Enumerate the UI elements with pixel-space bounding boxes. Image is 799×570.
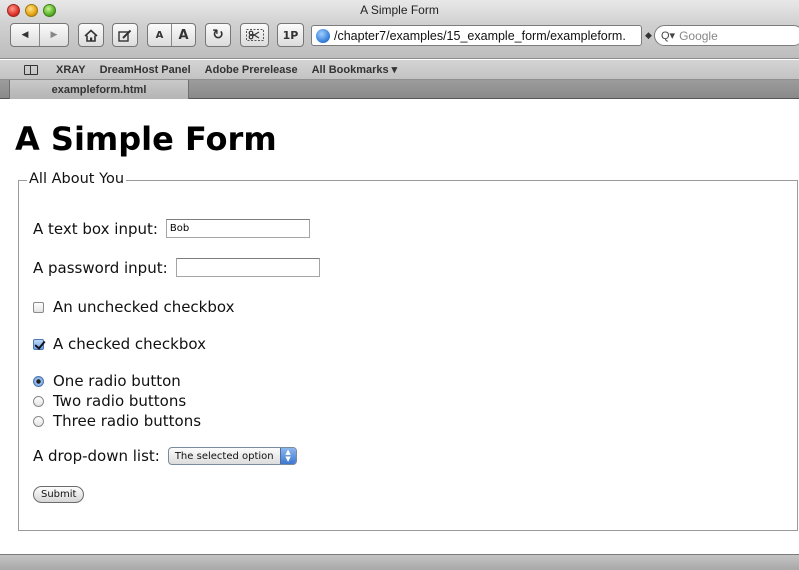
back-forward-group: ◀ ▶ bbox=[10, 23, 69, 47]
dropdown-selected-value: The selected option bbox=[174, 450, 274, 462]
radio-row-2: Two radio buttons bbox=[33, 392, 186, 410]
radio-row-3: Three radio buttons bbox=[33, 412, 201, 430]
bookmark-all-bookmarks[interactable]: All Bookmarks ▾ bbox=[312, 63, 398, 76]
radio-two[interactable] bbox=[33, 395, 44, 407]
unchecked-checkbox-label: An unchecked checkbox bbox=[53, 298, 235, 316]
radio-two-label: Two radio buttons bbox=[53, 392, 187, 410]
onepassword-icon: 1P bbox=[282, 28, 299, 42]
search-icon: Q▾ bbox=[661, 30, 676, 42]
bookmark-xray[interactable]: XRAY bbox=[56, 64, 86, 76]
home-icon bbox=[84, 28, 98, 42]
checked-checkbox[interactable] bbox=[33, 338, 44, 350]
password-row: A password input: bbox=[33, 258, 320, 277]
back-button[interactable]: ◀ bbox=[11, 24, 39, 46]
snip-button[interactable] bbox=[240, 23, 269, 47]
unchecked-checkbox[interactable] bbox=[33, 301, 44, 313]
text-box-input[interactable] bbox=[165, 219, 310, 238]
checked-checkbox-row: A checked checkbox bbox=[33, 335, 206, 353]
bookmarks-bar: XRAY DreamHost Panel Adobe Prerelease Al… bbox=[0, 60, 799, 80]
password-label: A password input: bbox=[33, 258, 168, 277]
search-placeholder: Google bbox=[679, 28, 718, 43]
address-bar[interactable]: /chapter7/examples/15_example_form/examp… bbox=[311, 25, 642, 46]
forward-button[interactable]: ▶ bbox=[39, 24, 68, 46]
dropdown-row: A drop-down list: The selected option ▲ ▼ bbox=[33, 447, 297, 465]
onepassword-button[interactable]: 1P bbox=[277, 23, 304, 47]
text-smaller-button[interactable]: A bbox=[148, 24, 171, 46]
form-fieldset: All About You A text box input: A passwo… bbox=[18, 171, 798, 531]
radio-one[interactable] bbox=[33, 375, 44, 387]
reload-icon: ↻ bbox=[212, 27, 224, 43]
globe-icon bbox=[316, 28, 330, 43]
radio-three-label: Three radio buttons bbox=[53, 412, 202, 430]
bookmark-dreamhost-panel[interactable]: DreamHost Panel bbox=[100, 64, 191, 76]
radio-three[interactable] bbox=[33, 415, 44, 427]
dropdown-select[interactable]: The selected option ▲ ▼ bbox=[167, 447, 297, 465]
edit-bookmark-button[interactable] bbox=[112, 23, 138, 47]
tab-exampleform[interactable]: exampleform.html bbox=[9, 80, 189, 99]
dropdown-arrows-icon: ▲ ▼ bbox=[279, 448, 296, 464]
text-bigger-button[interactable]: A bbox=[171, 24, 195, 46]
page-content: A Simple Form All About You A text box i… bbox=[0, 100, 799, 554]
fieldset-legend: All About You bbox=[27, 171, 127, 187]
status-bar bbox=[0, 554, 799, 570]
home-button[interactable] bbox=[78, 23, 104, 47]
window-titlebar: A Simple Form ◀ ▶ A A ↻ 1P /chapter7/exa… bbox=[0, 0, 799, 59]
checked-checkbox-label: A checked checkbox bbox=[53, 335, 206, 353]
text-size-group: A A bbox=[147, 23, 196, 47]
scissors-icon bbox=[245, 29, 264, 41]
unchecked-checkbox-row: An unchecked checkbox bbox=[33, 298, 234, 316]
password-input[interactable] bbox=[175, 258, 320, 277]
book-icon[interactable] bbox=[24, 64, 38, 75]
text-box-label: A text box input: bbox=[33, 219, 158, 238]
address-dropdown-icon[interactable]: ◆ bbox=[645, 31, 652, 41]
search-field[interactable]: Q▾ Google bbox=[654, 25, 799, 46]
radio-row-1: One radio button bbox=[33, 372, 181, 390]
reload-button[interactable]: ↻ bbox=[205, 23, 231, 47]
pencil-icon bbox=[118, 29, 132, 42]
radio-one-label: One radio button bbox=[53, 372, 181, 390]
page-title: A Simple Form bbox=[15, 120, 277, 158]
address-text: /chapter7/examples/15_example_form/examp… bbox=[334, 28, 626, 43]
dropdown-label: A drop-down list: bbox=[33, 447, 160, 465]
bookmark-adobe-prerelease[interactable]: Adobe Prerelease bbox=[205, 64, 298, 76]
submit-button[interactable]: Submit bbox=[33, 486, 85, 503]
text-box-row: A text box input: bbox=[33, 219, 310, 238]
tab-bar: exampleform.html bbox=[0, 80, 799, 99]
window-title: A Simple Form bbox=[360, 3, 439, 17]
